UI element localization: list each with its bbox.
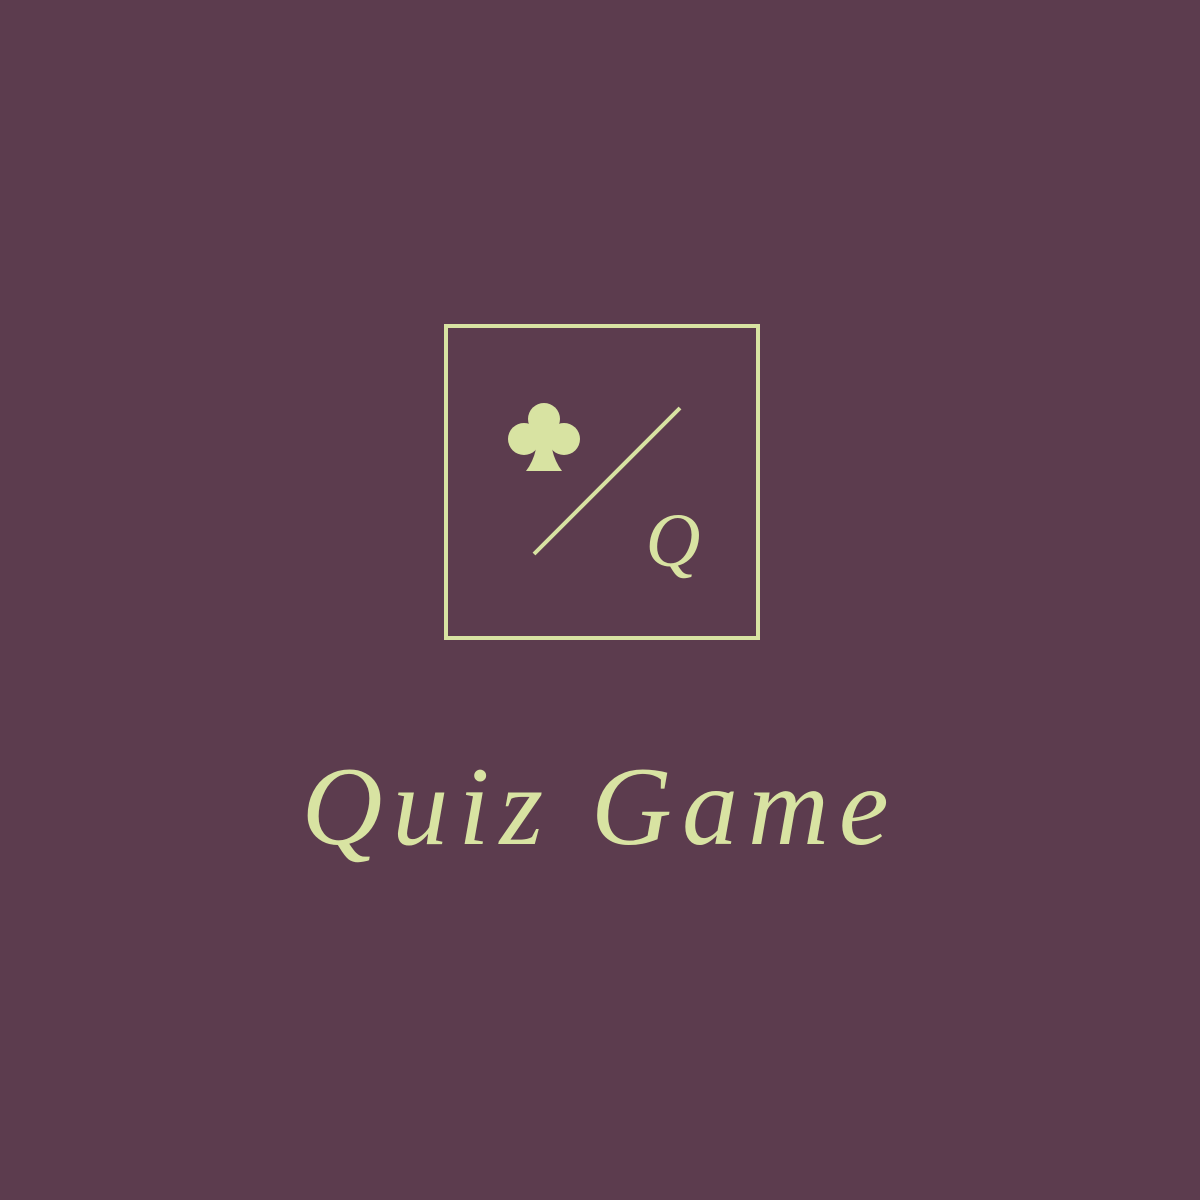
logo-frame: Q: [444, 324, 760, 640]
club-icon: [508, 403, 580, 471]
logo-letter-q: Q: [645, 499, 701, 583]
logo-graphic: [508, 403, 682, 556]
page-title: Quiz Game: [301, 745, 899, 869]
